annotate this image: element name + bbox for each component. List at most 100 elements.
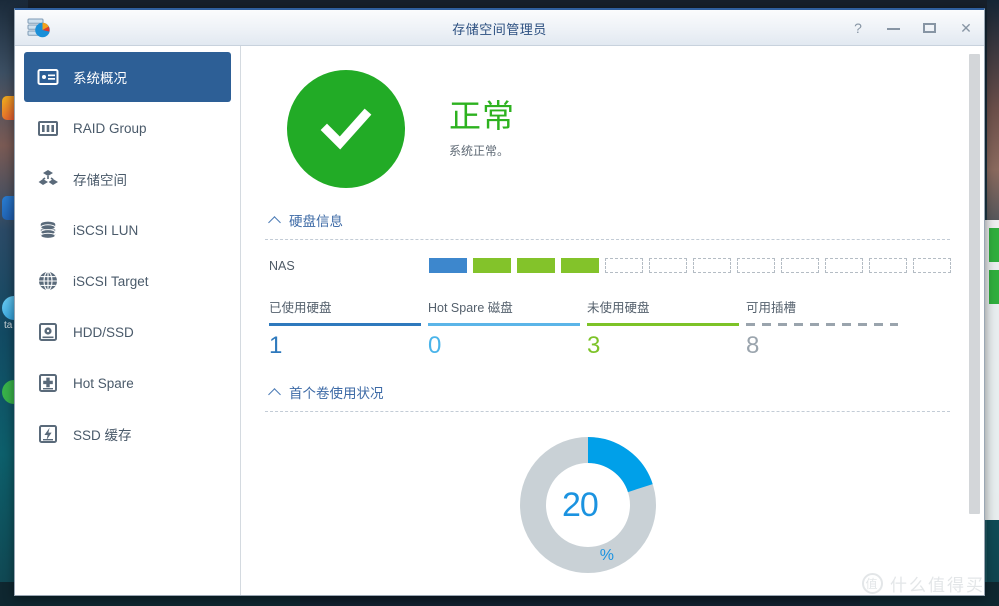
close-icon: ✕ <box>960 20 972 36</box>
maximize-icon <box>923 23 936 33</box>
disk-slot[interactable] <box>517 258 555 273</box>
disk-slot[interactable] <box>781 258 819 273</box>
raid-bars-icon <box>37 117 59 139</box>
stat-unused-disks: 未使用硬盘 3 <box>587 297 746 360</box>
disk-slot[interactable] <box>561 258 599 273</box>
volume-usage-chart-block: 20 % 存储空间 1 (正常) Basic, btrfs 541.9 MB /… <box>265 436 950 596</box>
disk-info-section: 硬盘信息 NAS 已使用硬盘 1 Hot Spare 磁盘 0 未使用硬盘 3 … <box>265 210 951 360</box>
sidebar-item-label: iSCSI Target <box>73 273 149 289</box>
window-titlebar[interactable]: 存储空间管理员 ? ✕ <box>15 10 984 46</box>
help-button[interactable]: ? <box>850 20 866 36</box>
section-divider <box>265 239 950 240</box>
desktop-green-button-2[interactable] <box>989 270 999 304</box>
disk-slot[interactable] <box>429 258 467 273</box>
sidebar-item-system-overview[interactable]: 系统概况 <box>24 52 231 102</box>
minimize-icon <box>887 28 900 30</box>
status-subtitle: 系统正常。 <box>449 144 510 159</box>
volume-status-badge: 正常 <box>608 595 634 596</box>
status-title: 正常 <box>449 97 516 134</box>
volume-usage-percent: 20 % <box>519 436 657 574</box>
window-body: 系统概况 RAID Group 存储空间 iSCSI LUN iSCSI Tar… <box>15 46 984 596</box>
plus-disk-icon <box>37 372 59 394</box>
stat-used-disks: 已使用硬盘 1 <box>269 297 428 360</box>
volume-name-close: ) <box>634 595 638 596</box>
window-controls: ? ✕ <box>850 10 974 46</box>
enclosure-row: NAS <box>265 258 951 273</box>
sidebar: 系统概况 RAID Group 存储空间 iSCSI LUN iSCSI Tar… <box>15 46 241 595</box>
content-area: 正常 系统正常。 硬盘信息 NAS 已使用硬盘 1 Hot Spare 磁盘 0… <box>241 46 984 596</box>
watermark-badge: 值 <box>862 573 883 594</box>
sidebar-item-ssd-cache[interactable]: SSD 缓存 <box>24 409 231 459</box>
disk-slot[interactable] <box>825 258 863 273</box>
watermark: 值 什么值得买 <box>862 571 985 596</box>
stat-hot-spare-disks: Hot Spare 磁盘 0 <box>428 297 587 360</box>
sidebar-item-label: RAID Group <box>73 120 147 136</box>
disk-slot[interactable] <box>693 258 731 273</box>
sidebar-item-hdd-ssd[interactable]: HDD/SSD <box>24 307 231 357</box>
volume-usage-section: 首个卷使用状况 20 % <box>265 382 950 596</box>
sidebar-item-iscsi-lun[interactable]: iSCSI LUN <box>24 205 231 255</box>
database-icon <box>37 219 59 241</box>
sidebar-item-label: HDD/SSD <box>73 324 134 340</box>
stat-available-slots: 可用插槽 8 <box>746 297 905 360</box>
stat-label: 已使用硬盘 <box>269 301 332 315</box>
checkmark-circle-icon <box>287 70 405 188</box>
section-divider <box>265 411 950 412</box>
disk-slot[interactable] <box>473 258 511 273</box>
volume-usage-header[interactable]: 首个卷使用状况 <box>265 382 950 402</box>
sidebar-item-label: 系统概况 <box>73 71 127 86</box>
chevron-up-icon <box>269 386 281 398</box>
sidebar-item-hot-spare[interactable]: Hot Spare <box>24 358 231 408</box>
stat-label: 未使用硬盘 <box>587 301 650 315</box>
minimize-button[interactable] <box>886 20 902 36</box>
stat-value: 1 <box>269 332 283 359</box>
storage-cubes-icon <box>37 168 59 190</box>
globe-icon <box>37 270 59 292</box>
disk-slot[interactable] <box>605 258 643 273</box>
lightning-disk-icon <box>37 423 59 445</box>
desktop-side-text-3: ta <box>4 320 13 331</box>
stat-label: Hot Spare 磁盘 <box>428 301 513 315</box>
sidebar-item-iscsi-target[interactable]: iSCSI Target <box>24 256 231 306</box>
stat-label: 可用插槽 <box>746 301 797 315</box>
disk-stats: 已使用硬盘 1 Hot Spare 磁盘 0 未使用硬盘 3 可用插槽 8 <box>265 297 950 360</box>
system-status-panel: 正常 系统正常。 <box>265 46 950 196</box>
sidebar-item-label: SSD 缓存 <box>73 428 132 443</box>
vertical-scrollbar-thumb[interactable] <box>969 54 980 514</box>
volume-name: 存储空间 1 (正常) <box>265 592 910 596</box>
disk-slot[interactable] <box>913 258 951 273</box>
chevron-up-icon <box>269 214 281 226</box>
disk-slot[interactable] <box>737 258 775 273</box>
overview-card-icon <box>37 66 59 88</box>
hard-disk-icon <box>37 321 59 343</box>
vertical-scrollbar-track[interactable] <box>969 50 982 593</box>
stat-value: 8 <box>746 332 760 359</box>
window-title: 存储空间管理员 <box>452 22 547 37</box>
stat-value: 3 <box>587 332 601 359</box>
disk-info-header[interactable]: 硬盘信息 <box>265 210 950 230</box>
percent-value: 20 <box>561 485 599 524</box>
volume-usage-header-label: 首个卷使用状况 <box>289 386 384 401</box>
volume-usage-donut: 20 % <box>519 436 657 574</box>
disk-info-header-label: 硬盘信息 <box>289 214 343 229</box>
maximize-button[interactable] <box>922 20 938 36</box>
percent-symbol: % <box>599 547 614 564</box>
stat-value: 0 <box>428 332 442 359</box>
system-status-text: 正常 系统正常。 <box>449 97 516 159</box>
desktop-right-panel <box>985 220 999 520</box>
sidebar-item-label: iSCSI LUN <box>73 222 139 238</box>
desktop-top-bar <box>0 0 999 8</box>
enclosure-label: NAS <box>269 258 295 273</box>
volume-name-text: 存储空间 1 ( <box>537 595 608 596</box>
sidebar-item-raid-group[interactable]: RAID Group <box>24 103 231 153</box>
close-button[interactable]: ✕ <box>958 20 974 36</box>
help-label: ? <box>854 20 862 36</box>
sidebar-item-storage-space[interactable]: 存储空间 <box>24 154 231 204</box>
sidebar-item-label: Hot Spare <box>73 375 134 391</box>
watermark-text: 什么值得买 <box>890 576 985 595</box>
disk-slot[interactable] <box>869 258 907 273</box>
disk-slot-list <box>429 258 951 273</box>
disk-slot[interactable] <box>649 258 687 273</box>
sidebar-item-label: 存储空间 <box>73 173 127 188</box>
desktop-green-button-1[interactable] <box>989 228 999 262</box>
